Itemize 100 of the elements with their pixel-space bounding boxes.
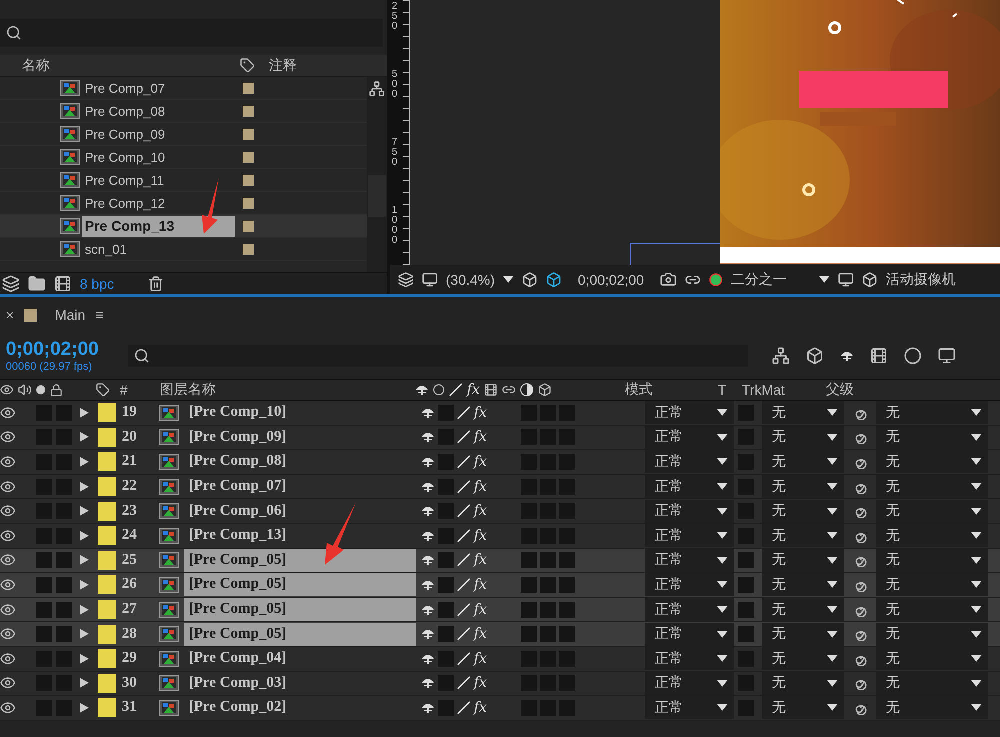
trkmat-dropdown[interactable]: 无 (762, 401, 844, 424)
slash-icon[interactable] (449, 383, 463, 397)
switch-checkbox[interactable] (540, 576, 556, 593)
eye-icon[interactable] (0, 552, 16, 568)
slash-icon[interactable] (457, 652, 471, 666)
search-field[interactable] (0, 19, 383, 47)
slash-icon[interactable] (457, 406, 471, 420)
search-field[interactable] (128, 345, 748, 367)
parent-dropdown[interactable]: 无 (876, 475, 988, 498)
parent-dropdown[interactable]: 无 (876, 401, 988, 424)
effects-switch[interactable]: fx (474, 626, 488, 642)
shy-icon[interactable] (415, 384, 429, 396)
eye-icon[interactable] (0, 503, 16, 520)
layer-name[interactable]: [Pre Comp_03] (184, 672, 416, 695)
eye-icon[interactable] (0, 700, 16, 716)
layer-row[interactable]: 19 [Pre Comp_10] fx 正常 无 无 (0, 401, 1000, 426)
layer-name[interactable]: [Pre Comp_09] (184, 426, 416, 449)
effects-switch[interactable]: fx (474, 429, 488, 446)
layer-name[interactable]: [Pre Comp_06] (184, 500, 416, 523)
effects-switch[interactable]: fx (474, 528, 488, 544)
mode-dropdown[interactable]: 正常 (645, 647, 734, 670)
slash-icon[interactable] (457, 454, 471, 469)
shy-icon[interactable] (421, 406, 435, 419)
layer-name[interactable]: [Pre Comp_08] (184, 450, 416, 474)
layer-row[interactable]: 23 [Pre Comp_06] fx 正常 无 无 (0, 499, 1000, 524)
current-time[interactable]: 0;00;02;00 (578, 272, 644, 288)
slash-icon[interactable] (457, 676, 471, 690)
expand-icon[interactable] (80, 408, 89, 418)
switch-checkbox[interactable] (36, 576, 52, 593)
layer-row[interactable]: 31 [Pre Comp_02] fx 正常 无 无 (0, 696, 1000, 721)
track-matte-checkbox[interactable] (738, 626, 754, 642)
switch-checkbox[interactable] (56, 602, 72, 618)
tag-icon[interactable] (240, 58, 255, 73)
layer-name[interactable]: [Pre Comp_13] (184, 524, 416, 548)
switch-checkbox[interactable] (438, 576, 454, 593)
parent-dropdown[interactable]: 无 (876, 647, 988, 670)
layer-row[interactable]: 21 [Pre Comp_08] fx 正常 无 无 (0, 450, 1000, 475)
expand-icon[interactable] (80, 530, 89, 541)
contrast-icon[interactable] (520, 383, 534, 397)
shy-icon[interactable] (421, 554, 435, 566)
camera-dropdown[interactable]: 活动摄像机 (886, 270, 956, 288)
mode-dropdown[interactable]: 正常 (645, 672, 734, 695)
eye-icon[interactable] (0, 675, 16, 692)
trkmat-dropdown[interactable]: 无 (762, 524, 844, 548)
draft-3d-icon[interactable] (806, 347, 824, 365)
layer-name[interactable]: [Pre Comp_10] (184, 401, 416, 424)
layer-name[interactable]: [Pre Comp_05] (184, 598, 416, 622)
project-item[interactable]: Pre Comp_09 (0, 123, 367, 146)
monitor-icon[interactable] (422, 272, 438, 288)
project-item[interactable]: scn_01 (0, 238, 367, 261)
switch-checkbox[interactable] (540, 626, 556, 642)
flowchart-icon[interactable] (369, 81, 385, 97)
eye-icon[interactable] (0, 602, 16, 618)
trkmat-dropdown[interactable]: 无 (762, 696, 844, 720)
mode-dropdown[interactable]: 正常 (645, 500, 734, 523)
expand-icon[interactable] (80, 482, 89, 492)
column-header[interactable]: 父级 (826, 381, 854, 399)
slash-icon[interactable] (457, 480, 471, 494)
bit-depth-button[interactable]: 8 bpc (80, 276, 140, 292)
expand-icon[interactable] (80, 629, 89, 640)
layer-name[interactable]: [Pre Comp_05] (184, 622, 416, 646)
parent-dropdown[interactable]: 无 (876, 598, 988, 622)
expand-icon[interactable] (80, 456, 89, 467)
timecode[interactable]: 0;00;02;00 (6, 339, 118, 361)
switch-checkbox[interactable] (438, 626, 454, 642)
layers-icon[interactable] (398, 272, 414, 288)
switch-checkbox[interactable] (521, 602, 537, 618)
trkmat-dropdown[interactable]: 无 (762, 622, 844, 646)
effects-switch[interactable]: fx (474, 478, 488, 495)
eye-icon[interactable] (0, 650, 16, 667)
shy-icon[interactable] (421, 677, 435, 690)
parent-dropdown[interactable]: 无 (876, 696, 988, 720)
scrollbar-thumb[interactable] (368, 175, 386, 217)
layer-row[interactable]: 24 [Pre Comp_13] fx 正常 无 无 (0, 524, 1000, 549)
layer-row[interactable]: 22 [Pre Comp_07] fx 正常 无 无 (0, 474, 1000, 500)
mode-dropdown[interactable]: 正常 (645, 622, 734, 646)
trkmat-dropdown[interactable]: 无 (762, 672, 844, 695)
parent-dropdown[interactable]: 无 (876, 548, 988, 572)
project-item[interactable]: Pre Comp_13 (0, 215, 367, 238)
shy-icon[interactable] (421, 652, 435, 665)
switch-checkbox[interactable] (559, 576, 575, 593)
eye-icon[interactable] (0, 528, 16, 544)
layer-row[interactable]: 27 [Pre Comp_05] fx 正常 无 无 (0, 598, 1000, 622)
switch-checkbox[interactable] (36, 552, 52, 568)
cube-icon[interactable] (538, 383, 552, 397)
switch-checkbox[interactable] (36, 602, 52, 618)
layer-name[interactable]: [Pre Comp_02] (184, 696, 416, 720)
shy-icon[interactable] (840, 350, 854, 362)
parent-dropdown[interactable]: 无 (876, 426, 988, 449)
column-header[interactable]: 模式 (625, 381, 653, 399)
expand-icon[interactable] (80, 555, 89, 566)
layer-name[interactable]: [Pre Comp_07] (184, 475, 416, 498)
slash-icon[interactable] (457, 602, 471, 617)
layer-name[interactable]: [Pre Comp_04] (184, 647, 416, 670)
parent-dropdown[interactable]: 无 (876, 573, 988, 596)
project-item[interactable]: Pre Comp_10 (0, 146, 367, 169)
slash-icon[interactable] (457, 528, 471, 543)
layer-row[interactable]: 20 [Pre Comp_09] fx 正常 无 无 (0, 426, 1000, 450)
switch-checkbox[interactable] (559, 626, 575, 642)
mode-dropdown[interactable]: 正常 (645, 548, 734, 572)
